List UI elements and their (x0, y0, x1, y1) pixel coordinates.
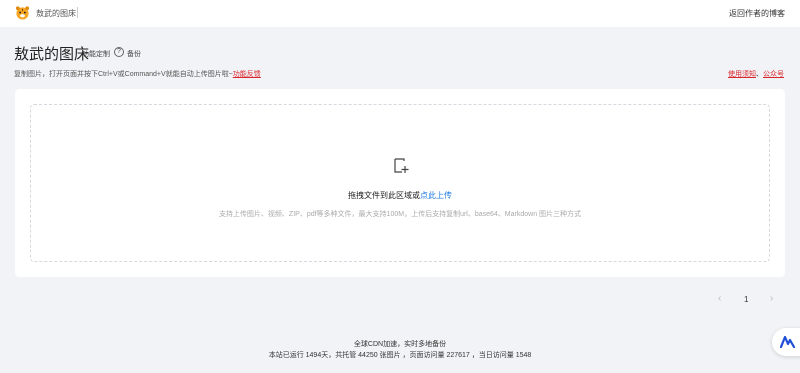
pagination-page-1[interactable]: 1 (744, 295, 748, 304)
tiger-logo-icon[interactable] (15, 5, 30, 20)
floating-badge-button[interactable] (772, 328, 800, 356)
upload-plus-icon[interactable] (393, 158, 409, 174)
upload-support-text: 支持上传图片、视频、ZIP、pdf等多种文件，最大支持100M，上传后支持复制u… (218, 211, 582, 218)
paste-hint: 复制图片，打开页面并按下Ctrl+V或Command+V就能自动上传图片啦~功能… (14, 69, 261, 79)
question-circle-icon[interactable]: ? (114, 47, 124, 57)
site-name[interactable]: 敖武的图床 (36, 8, 76, 19)
paste-hint-text: 复制图片，打开页面并按下Ctrl+V或Command+V就能自动上传图片啦~ (14, 71, 233, 78)
official-account-link[interactable]: 公众号 (763, 71, 784, 78)
pagination-prev-button[interactable]: ‹ (718, 293, 721, 304)
link-separator: 、 (756, 71, 763, 78)
customize-link[interactable]: 功能定制 (82, 49, 110, 59)
drop-instructions: 拖拽文件到此区域或点此上传 (31, 190, 769, 201)
upload-dropzone[interactable]: 拖拽文件到此区域或点此上传 支持上传图片、视频、ZIP、pdf等多种文件，最大支… (30, 104, 770, 262)
feedback-link[interactable]: 功能反馈 (233, 71, 261, 78)
drop-instructions-text: 拖拽文件到此区域或 (348, 191, 420, 200)
usage-notice-link[interactable]: 使用须知 (728, 71, 756, 78)
divider (77, 7, 78, 18)
brand-badge-icon (780, 336, 796, 348)
top-bar: 敖武的图床 返回作者的博客 (0, 0, 800, 27)
click-upload-link[interactable]: 点此上传 (420, 191, 452, 200)
info-links: 使用须知、公众号 (728, 69, 784, 79)
backup-link[interactable]: 备份 (127, 49, 141, 59)
upload-card: 拖拽文件到此区域或点此上传 支持上传图片、视频、ZIP、pdf等多种文件，最大支… (15, 89, 785, 277)
pagination-next-button[interactable]: › (770, 293, 773, 304)
footer-tagline: 全球CDN加速，实时多地备份 (353, 341, 447, 348)
back-to-blog-link[interactable]: 返回作者的博客 (729, 8, 785, 19)
page-title: 敖武的图床 (14, 46, 90, 63)
footer-stats: 本站已运行 1494天，共托管 44250 张图片 ，页面访问量 227617 … (268, 352, 532, 359)
